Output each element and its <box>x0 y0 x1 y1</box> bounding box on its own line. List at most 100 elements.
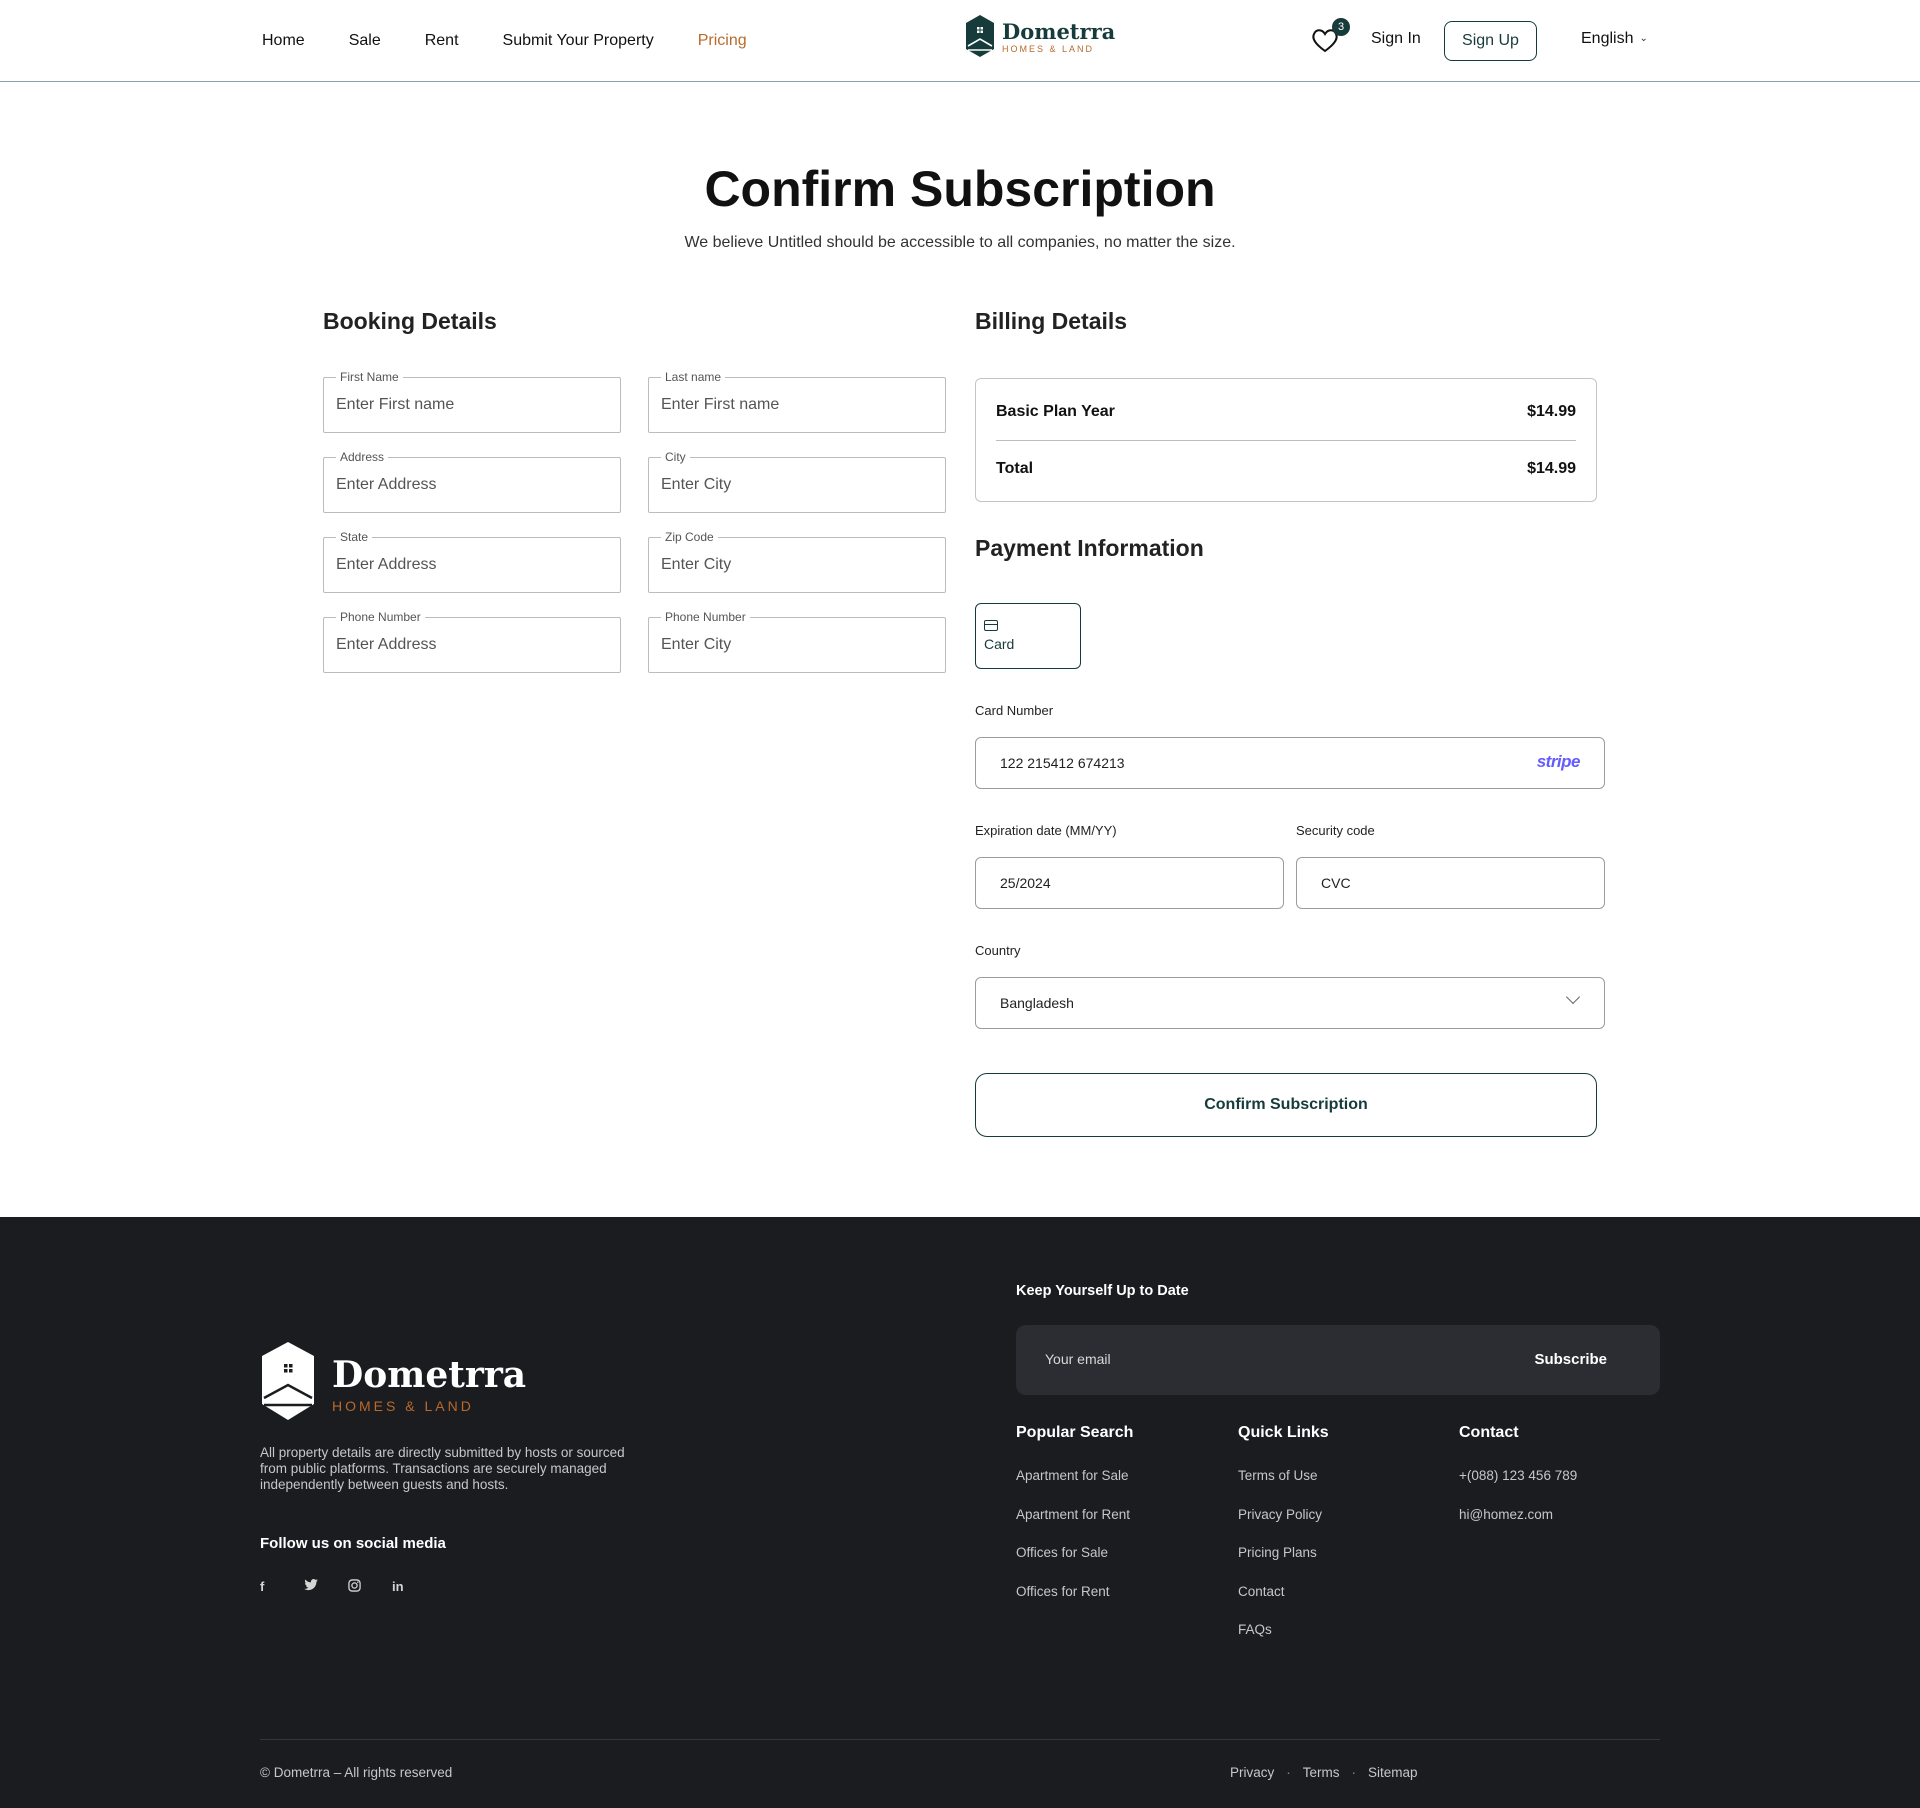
language-selector[interactable]: English ⌄ <box>1581 30 1648 48</box>
phone-number-field[interactable]: Phone Number Enter Address <box>323 610 621 673</box>
security-code-value: CVC <box>1321 875 1351 891</box>
instagram-icon[interactable] <box>348 1579 392 1595</box>
card-number-value: 122 215412 674213 <box>1000 755 1125 771</box>
wishlist-button[interactable]: 3 <box>1310 18 1350 54</box>
footer-logo[interactable]: Dometrra HOMES & LAND <box>260 1340 526 1422</box>
payment-method-card[interactable]: Card <box>975 603 1081 669</box>
stripe-logo: stripe <box>1536 752 1581 771</box>
contact-heading: Contact <box>1459 1424 1519 1441</box>
field-label: City <box>661 450 690 464</box>
sitemap-link[interactable]: Sitemap <box>1368 1765 1418 1780</box>
field-placeholder: Enter First name <box>336 396 455 413</box>
separator-dot: · <box>1286 1765 1291 1780</box>
nav-sale[interactable]: Sale <box>349 32 381 50</box>
field-placeholder: Enter City <box>661 476 732 493</box>
country-select[interactable]: Bangladesh <box>975 977 1605 1029</box>
state-field[interactable]: State Enter Address <box>323 530 621 593</box>
nav-home[interactable]: Home <box>262 32 305 50</box>
plan-price: $14.99 <box>1527 403 1576 420</box>
chevron-down-icon: ⌄ <box>1639 33 1648 44</box>
country-label: Country <box>975 943 1021 958</box>
sign-up-button[interactable]: Sign Up <box>1444 21 1537 61</box>
logo-tagline: HOMES & LAND <box>1002 43 1095 54</box>
linkedin-icon[interactable]: in <box>392 1579 436 1595</box>
field-label: Last name <box>661 370 726 384</box>
contact-phone[interactable]: +(088) 123 456 789 <box>1459 1468 1577 1507</box>
footer-description: All property details are directly submit… <box>260 1445 625 1492</box>
footer-bottom-links: Privacy · Terms · Sitemap <box>1230 1765 1418 1780</box>
subscribe-button[interactable]: Subscribe <box>1534 1351 1607 1368</box>
field-label: State <box>336 530 373 544</box>
expiry-input[interactable]: 25/2024 <box>975 857 1284 909</box>
social-links: f in <box>260 1579 436 1595</box>
facebook-icon[interactable]: f <box>260 1579 304 1595</box>
footer-link[interactable]: Terms of Use <box>1238 1468 1329 1507</box>
zip-code-field[interactable]: Zip Code Enter City <box>648 530 946 593</box>
field-label: Address <box>336 450 389 464</box>
field-label: Phone Number <box>336 610 425 624</box>
popular-search-column: Popular Search Apartment for Sale Apartm… <box>1016 1424 1133 1622</box>
field-placeholder: Enter City <box>661 556 732 573</box>
confirm-subscription-button[interactable]: Confirm Subscription <box>975 1073 1597 1137</box>
total-price: $14.99 <box>1527 460 1576 477</box>
quick-links-column: Quick Links Terms of Use Privacy Policy … <box>1238 1424 1329 1661</box>
popular-search-heading: Popular Search <box>1016 1424 1134 1441</box>
house-logo-icon <box>262 1342 314 1420</box>
quick-links-heading: Quick Links <box>1238 1424 1329 1441</box>
city-field[interactable]: City Enter City <box>648 450 946 513</box>
field-label: Zip Code <box>661 530 718 544</box>
footer-link[interactable]: Contact <box>1238 1584 1329 1623</box>
nav-pricing[interactable]: Pricing <box>698 32 747 50</box>
nav-rent[interactable]: Rent <box>425 32 459 50</box>
phone-number-field-2[interactable]: Phone Number Enter City <box>648 610 946 673</box>
footer-link[interactable]: Offices for Sale <box>1016 1545 1133 1584</box>
chevron-down-icon <box>1565 989 1581 1005</box>
footer-divider <box>260 1739 1660 1740</box>
footer-logo-name: Dometrra <box>332 1354 527 1396</box>
card-number-input[interactable]: 122 215412 674213 stripe <box>975 737 1605 789</box>
first-name-field[interactable]: First Name Enter First name <box>323 370 621 433</box>
twitter-icon[interactable] <box>304 1579 348 1595</box>
wishlist-count-badge: 3 <box>1332 18 1350 36</box>
page-title: Confirm Subscription <box>704 161 1216 217</box>
separator-dot: · <box>1351 1765 1357 1780</box>
billing-details-heading: Billing Details <box>975 308 1128 334</box>
total-label: Total <box>996 460 1034 477</box>
order-summary: Basic Plan Year $14.99 Total $14.99 <box>975 378 1597 502</box>
field-placeholder: Enter Address <box>336 636 437 653</box>
address-field[interactable]: Address Enter Address <box>323 450 621 513</box>
footer-link[interactable]: Pricing Plans <box>1238 1545 1329 1584</box>
email-input[interactable]: Your email <box>1045 1351 1111 1367</box>
footer-link[interactable]: Apartment for Sale <box>1016 1468 1133 1507</box>
field-label: First Name <box>336 370 403 384</box>
privacy-link[interactable]: Privacy <box>1230 1765 1274 1780</box>
site-logo[interactable]: Dometrra HOMES & LAND <box>964 13 1115 61</box>
contact-email[interactable]: hi@homez.com <box>1459 1507 1577 1546</box>
credit-card-icon <box>984 620 998 631</box>
total-row: Total $14.99 <box>996 460 1576 478</box>
follow-heading: Follow us on social media <box>260 1535 446 1552</box>
sign-in-link[interactable]: Sign In <box>1371 30 1421 48</box>
newsletter-form: Your email Subscribe <box>1016 1325 1660 1395</box>
logo-name: Dometrra <box>1002 18 1116 44</box>
card-number-label: Card Number <box>975 703 1054 718</box>
field-placeholder: Enter First name <box>661 396 780 413</box>
page-subtitle: We believe Untitled should be accessible… <box>684 234 1236 251</box>
terms-link[interactable]: Terms <box>1303 1765 1340 1780</box>
plan-label: Basic Plan Year <box>996 403 1115 420</box>
footer-link[interactable]: Apartment for Rent <box>1016 1507 1133 1546</box>
main-nav: Home Sale Rent Submit Your Property Pric… <box>262 0 791 82</box>
security-code-input[interactable]: CVC <box>1296 857 1605 909</box>
field-placeholder: Enter Address <box>336 476 437 493</box>
house-logo-icon <box>966 15 994 57</box>
last-name-field[interactable]: Last name Enter First name <box>648 370 946 433</box>
footer-link[interactable]: FAQs <box>1238 1622 1329 1661</box>
divider <box>996 440 1576 441</box>
footer-link[interactable]: Offices for Rent <box>1016 1584 1133 1623</box>
nav-submit-property[interactable]: Submit Your Property <box>503 32 654 50</box>
footer-link[interactable]: Privacy Policy <box>1238 1507 1329 1546</box>
field-placeholder: Enter City <box>661 636 732 653</box>
plan-row: Basic Plan Year $14.99 <box>996 403 1576 421</box>
security-code-label: Security code <box>1296 823 1375 838</box>
copyright: © Dometrra – All rights reserved <box>260 1765 453 1780</box>
